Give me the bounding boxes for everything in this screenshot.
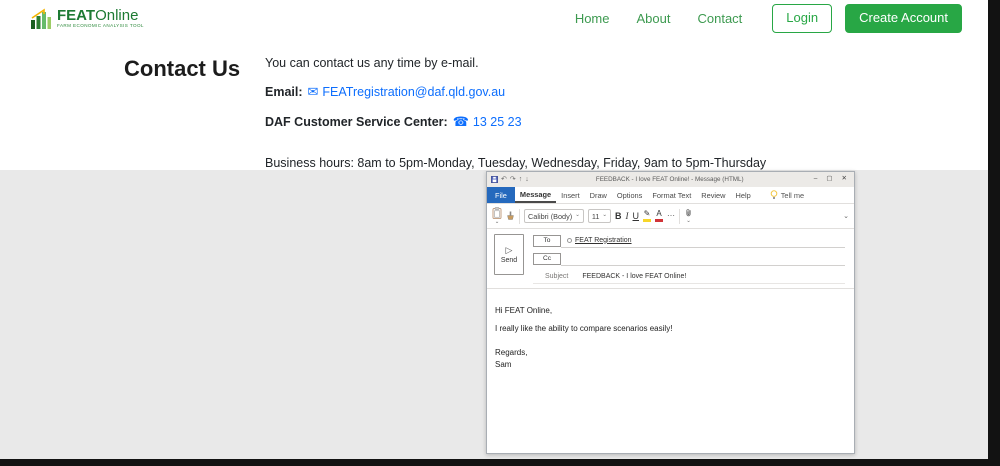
tab-options: Options [612, 187, 647, 203]
page-title: Contact Us [124, 56, 240, 82]
collapse-ribbon-icon: ⌄ [843, 213, 849, 220]
more-options-icon: ⋯ [667, 212, 675, 220]
envelope-icon: ✉ [308, 84, 319, 99]
nav-link-home[interactable]: Home [575, 11, 610, 26]
send-button: ▷ Send [494, 234, 524, 275]
feat-logo-icon [30, 8, 52, 30]
subject-label: Subject [545, 273, 568, 280]
font-name-dropdown: Calibri (Body) ⌄ [524, 209, 584, 223]
to-recipient: FEAT Registration [575, 237, 632, 244]
close-icon: ✕ [839, 176, 850, 183]
outlook-titlebar: ↶ ↷ ↑ ↓ FEEDBACK - I love FEAT Online! -… [487, 172, 854, 187]
tab-message: Message [515, 187, 556, 203]
italic-icon: I [626, 212, 629, 221]
format-painter-icon [506, 211, 515, 222]
subject-row: Subject FEEDBACK - I love FEAT Online! [533, 269, 845, 284]
presence-icon [567, 238, 572, 243]
underline-icon: U [633, 212, 640, 221]
brand-name-bold: FEAT [57, 7, 95, 24]
cc-button: Cc [533, 253, 561, 265]
nav-link-contact[interactable]: Contact [697, 11, 742, 26]
ribbon-toolbar: ⌄ Calibri (Body) ⌄ 11 ⌄ B I U [487, 204, 854, 229]
phone-icon: ☎ [453, 114, 469, 129]
brand-logo[interactable]: FEATOnline FARM ECONOMIC ANALYSIS TOOL [30, 8, 144, 30]
send-arrow-icon: ▷ [506, 246, 513, 255]
highlight-color-icon: ✎ [643, 210, 651, 222]
brand-name-rest: Online [95, 7, 138, 24]
tab-insert: Insert [556, 187, 584, 203]
outlook-email-screenshot: ↶ ↷ ↑ ↓ FEEDBACK - I love FEAT Online! -… [486, 171, 855, 454]
tell-me-label: Tell me [781, 191, 804, 200]
arrow-up-icon: ↑ [519, 176, 523, 183]
font-size-value: 11 [592, 212, 600, 221]
phone-link[interactable]: 13 25 23 [473, 115, 522, 129]
brand-text: FEATOnline FARM ECONOMIC ANALYSIS TOOL [57, 8, 144, 29]
phone-row: DAF Customer Service Center: ☎ 13 25 23 [265, 114, 766, 130]
create-account-button[interactable]: Create Account [845, 4, 962, 32]
contact-details: You can contact us any time by e-mail. E… [265, 56, 766, 170]
business-hours: Business hours: 8am to 5pm-Monday, Tuesd… [265, 156, 766, 170]
message-body: Hi FEAT Online, I really like the abilit… [487, 289, 854, 370]
subject-value: FEEDBACK - I love FEAT Online! [582, 273, 686, 280]
to-field: FEAT Registration [561, 233, 845, 248]
phone-label: DAF Customer Service Center: [265, 115, 448, 129]
tab-draw: Draw [585, 187, 612, 203]
navbar: FEATOnline FARM ECONOMIC ANALYSIS TOOL H… [0, 0, 988, 37]
nav-links: Home About Contact Login Create Account [548, 4, 962, 32]
browser-viewport: FEATOnline FARM ECONOMIC ANALYSIS TOOL H… [0, 0, 988, 459]
tab-review: Review [696, 187, 730, 203]
gray-backdrop: ↶ ↷ ↑ ↓ FEEDBACK - I love FEAT Online! -… [0, 170, 988, 459]
lightbulb-icon [770, 190, 778, 200]
ribbon-tabs: File Message Insert Draw Options Format … [487, 187, 854, 204]
toolbar-divider [519, 209, 520, 224]
bold-icon: B [615, 212, 622, 221]
contact-intro: You can contact us any time by e-mail. [265, 56, 766, 70]
attach-file-icon: ⌄ [684, 208, 693, 225]
undo-icon: ↶ [501, 176, 507, 183]
redo-icon: ↷ [510, 176, 516, 183]
font-size-dropdown: 11 ⌄ [588, 209, 611, 223]
maximize-icon: ▢ [823, 176, 835, 183]
chevron-down-icon: ⌄ [602, 213, 607, 219]
window-title: FEEDBACK - I love FEAT Online! - Message… [532, 176, 808, 183]
email-link[interactable]: FEATregistration@daf.qld.gov.au [322, 85, 505, 99]
to-row: To FEAT Registration [533, 233, 845, 248]
recipient-fields: To FEAT Registration Cc Subject FEEDBACK… [533, 233, 845, 284]
body-signoff: Regards, [495, 347, 844, 358]
tab-help: Help [731, 187, 756, 203]
nav-link-about[interactable]: About [637, 11, 671, 26]
compose-header: ▷ Send To FEAT Registration Cc [487, 229, 854, 289]
paste-chevron-icon: ⌄ [495, 220, 500, 226]
save-icon [491, 176, 498, 183]
brand-tagline: FARM ECONOMIC ANALYSIS TOOL [57, 24, 144, 29]
font-name-value: Calibri (Body) [528, 212, 572, 221]
to-button: To [533, 235, 561, 247]
tab-format-text: Format Text [647, 187, 696, 203]
attach-chevron-icon: ⌄ [686, 219, 691, 225]
login-button[interactable]: Login [772, 4, 832, 32]
body-name: Sam [495, 359, 844, 370]
chevron-down-icon: ⌄ [575, 213, 580, 219]
cc-row: Cc [533, 251, 845, 266]
arrow-down-icon: ↓ [525, 176, 529, 183]
email-row: Email: ✉FEATregistration@daf.qld.gov.au [265, 84, 766, 100]
tab-file: File [487, 187, 515, 203]
body-message: I really like the ability to compare sce… [495, 323, 844, 334]
font-color-icon: A [655, 210, 663, 222]
email-label: Email: [265, 85, 303, 99]
cc-field [561, 251, 845, 266]
minimize-icon: – [811, 176, 821, 183]
body-greeting: Hi FEAT Online, [495, 305, 844, 316]
brand-name: FEATOnline [57, 8, 144, 23]
paste-icon: ⌄ [492, 207, 502, 226]
toolbar-divider [679, 209, 680, 224]
tell-me-box: Tell me [770, 187, 804, 203]
send-label: Send [501, 257, 517, 264]
